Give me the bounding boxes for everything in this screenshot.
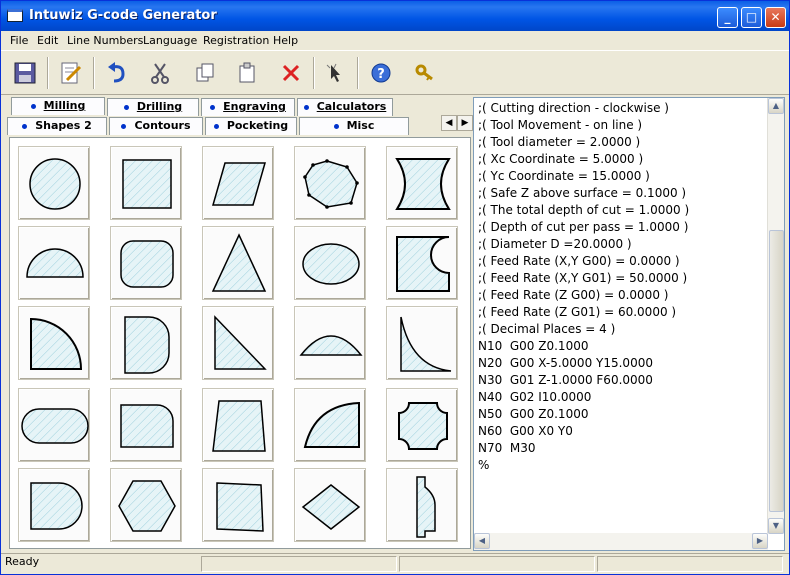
paste-icon[interactable] bbox=[233, 59, 261, 87]
menu-edit[interactable]: Edit bbox=[37, 34, 58, 47]
menu-file[interactable]: File bbox=[10, 34, 28, 47]
shape-profile-button[interactable] bbox=[386, 468, 458, 542]
tab-pocketing[interactable]: Pocketing bbox=[205, 117, 297, 135]
shape-square-arc-cut-button[interactable] bbox=[386, 226, 458, 300]
shape-half-circle-button[interactable] bbox=[18, 226, 90, 300]
tab-shapes-2[interactable]: Shapes 2 bbox=[7, 117, 107, 135]
tab-scroll-left-button[interactable]: ◀ bbox=[441, 115, 457, 131]
shape-concave-rectangle-button[interactable] bbox=[386, 146, 458, 220]
shape-arc-sector-button[interactable] bbox=[294, 388, 366, 462]
scroll-up-button[interactable]: ▲ bbox=[768, 98, 784, 114]
tab-drilling[interactable]: Drilling bbox=[107, 98, 199, 116]
app-icon bbox=[7, 9, 23, 22]
gcode-editor[interactable]: ;( Cutting direction - clockwise ) ;( Too… bbox=[473, 97, 785, 551]
scroll-left-button[interactable]: ◀ bbox=[474, 533, 490, 549]
shape-right-triangle-button[interactable] bbox=[202, 306, 274, 380]
code-line: ;( Safe Z above surface = 0.1000 ) bbox=[478, 186, 687, 200]
code-line: ;( Feed Rate (X,Y G01) = 50.0000 ) bbox=[478, 271, 688, 285]
close-button[interactable]: ✕ bbox=[765, 7, 786, 28]
shape-concave-corner-button[interactable] bbox=[386, 306, 458, 380]
shape-d-shape-button[interactable] bbox=[110, 306, 182, 380]
code-line: ;( Diameter D =20.0000 ) bbox=[478, 237, 632, 251]
vertical-scrollbar[interactable]: ▲ ▼ bbox=[767, 98, 784, 534]
minimize-button[interactable]: _ bbox=[717, 7, 738, 28]
shape-rounded-cross-button[interactable] bbox=[386, 388, 458, 462]
shapes-panel: Milling Drilling Engraving Calculators S… bbox=[5, 97, 473, 551]
shape-square-button[interactable] bbox=[110, 146, 182, 220]
tab-contours[interactable]: Contours bbox=[109, 117, 203, 135]
edit-icon[interactable] bbox=[57, 59, 85, 87]
tab-milling[interactable]: Milling bbox=[11, 97, 105, 115]
tab-calculators[interactable]: Calculators bbox=[297, 98, 393, 116]
shape-quadrilateral-button[interactable] bbox=[202, 468, 274, 542]
svg-text:?: ? bbox=[377, 67, 385, 82]
tab-engraving[interactable]: Engraving bbox=[201, 98, 295, 116]
code-line: ;( Feed Rate (X,Y G00) = 0.0000 ) bbox=[478, 254, 680, 268]
code-line: ;( Tool Movement - on line ) bbox=[478, 118, 643, 132]
shape-circle-button[interactable] bbox=[18, 146, 90, 220]
title-bar[interactable]: Intuwiz G-code Generator _ □ ✕ bbox=[1, 1, 789, 31]
save-icon[interactable] bbox=[11, 59, 39, 87]
code-line: N20 G00 X-5.0000 Y15.0000 bbox=[478, 356, 653, 370]
code-line: ;( Feed Rate (Z G00) = 0.0000 ) bbox=[478, 288, 669, 302]
code-line: % bbox=[478, 458, 490, 472]
shape-segment-button[interactable] bbox=[294, 306, 366, 380]
maximize-button[interactable]: □ bbox=[741, 7, 762, 28]
shape-ellipse-button[interactable] bbox=[294, 226, 366, 300]
code-line: ;( Yc Coordinate = 15.0000 ) bbox=[478, 169, 650, 183]
code-line: ;( Tool diameter = 2.0000 ) bbox=[478, 135, 641, 149]
code-line: ;( Decimal Places = 4 ) bbox=[478, 322, 616, 336]
code-line: N70 M30 bbox=[478, 441, 536, 455]
pointer-icon[interactable] bbox=[321, 59, 349, 87]
window-title: Intuwiz G-code Generator bbox=[29, 8, 217, 23]
cut-icon[interactable] bbox=[146, 59, 174, 87]
shape-triangle-button[interactable] bbox=[202, 226, 274, 300]
gcode-text[interactable]: ;( Cutting direction - clockwise ) ;( Too… bbox=[478, 100, 768, 474]
code-line: ;( Depth of cut per pass = 1.0000 ) bbox=[478, 220, 689, 234]
undo-icon[interactable] bbox=[103, 59, 131, 87]
code-line: N50 G00 Z0.1000 bbox=[478, 407, 589, 421]
shape-rounded-corner-rectangle-button[interactable] bbox=[110, 388, 182, 462]
key-icon[interactable] bbox=[411, 59, 439, 87]
app-window: Intuwiz G-code Generator _ □ ✕ File Edit… bbox=[0, 0, 790, 575]
shape-trapezoid-button[interactable] bbox=[202, 388, 274, 462]
status-text: Ready bbox=[5, 555, 40, 568]
shape-parallelogram-button[interactable] bbox=[202, 146, 274, 220]
code-line: N10 G00 Z0.1000 bbox=[478, 339, 589, 353]
shape-obround-button[interactable] bbox=[18, 388, 90, 462]
shape-grid bbox=[9, 137, 471, 549]
tab-misc[interactable]: Misc bbox=[299, 117, 409, 135]
code-line: ;( Xc Coordinate = 5.0000 ) bbox=[478, 152, 644, 166]
horizontal-scrollbar[interactable]: ◀ ▶ bbox=[474, 533, 768, 550]
delete-icon[interactable] bbox=[277, 59, 305, 87]
menu-line-numbers[interactable]: Line Numbers bbox=[67, 34, 143, 47]
code-line: N30 G01 Z-1.0000 F60.0000 bbox=[478, 373, 653, 387]
scroll-down-button[interactable]: ▼ bbox=[768, 518, 784, 534]
menu-language[interactable]: Language bbox=[143, 34, 197, 47]
code-line: N60 G00 X0 Y0 bbox=[478, 424, 573, 438]
tab-scroll-right-button[interactable]: ▶ bbox=[457, 115, 473, 131]
status-panel bbox=[597, 556, 783, 572]
status-bar: Ready bbox=[1, 553, 789, 574]
code-line: ;( Cutting direction - clockwise ) bbox=[478, 101, 669, 115]
menu-bar: File Edit Line Numbers Language Registra… bbox=[1, 31, 789, 50]
shape-rounded-rectangle-button[interactable] bbox=[110, 226, 182, 300]
menu-help[interactable]: Help bbox=[273, 34, 298, 47]
menu-registration[interactable]: Registration bbox=[203, 34, 269, 47]
toolbar: ? bbox=[1, 50, 789, 95]
shape-quarter-circle-button[interactable] bbox=[18, 306, 90, 380]
shape-tombstone-button[interactable] bbox=[18, 468, 90, 542]
code-line: ;( The total depth of cut = 1.0000 ) bbox=[478, 203, 690, 217]
status-panel bbox=[201, 556, 397, 572]
scroll-right-button[interactable]: ▶ bbox=[752, 533, 768, 549]
shape-polygon-button[interactable] bbox=[294, 146, 366, 220]
shape-rhombus-button[interactable] bbox=[294, 468, 366, 542]
scroll-thumb[interactable] bbox=[769, 230, 784, 512]
help-icon[interactable]: ? bbox=[367, 59, 395, 87]
code-line: N40 G02 I10.0000 bbox=[478, 390, 592, 404]
copy-icon[interactable] bbox=[191, 59, 219, 87]
status-panel bbox=[399, 556, 595, 572]
shape-hexagon-button[interactable] bbox=[110, 468, 182, 542]
code-line: ;( Feed Rate (Z G01) = 60.0000 ) bbox=[478, 305, 677, 319]
